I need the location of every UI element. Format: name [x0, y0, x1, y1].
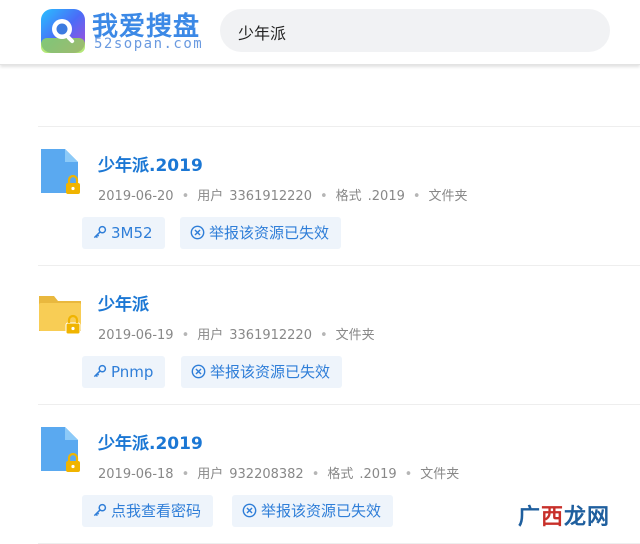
key-icon [93, 225, 107, 239]
close-circle-icon [190, 225, 205, 240]
result-title[interactable]: 少年派.2019 [98, 151, 203, 176]
format-label: 格式 [335, 189, 362, 204]
result-item: 少年派 2019-06-19 • 用户 3361912220 • 文件夹 Pnmp 举报该… [38, 266, 640, 405]
result-item: 少年派.2019 2019-06-20 • 用户 3361912220 • 格式 .2019… [38, 127, 640, 266]
file-locked-icon [41, 427, 80, 472]
watermark: 广西龙网 [518, 499, 610, 531]
result-date: 2019-06-18 [98, 467, 174, 482]
password-text: Pnmp [111, 363, 154, 381]
report-invalid-button[interactable]: 举报该资源已失效 [181, 356, 343, 388]
result-meta: 2019-06-19 • 用户 3361912220 • 文件夹 [98, 328, 375, 343]
brand-domain[interactable]: 52sopan.com [94, 36, 203, 52]
result-type: 文件夹 [335, 328, 375, 343]
format-label: 格式 [327, 467, 354, 482]
report-invalid-button[interactable]: 举报该资源已失效 [180, 217, 342, 249]
password-tag[interactable]: 3M52 [82, 217, 165, 249]
report-text: 举报该资源已失效 [210, 363, 331, 381]
close-circle-icon [242, 503, 257, 518]
password-tag[interactable]: Pnmp [82, 356, 166, 388]
result-title[interactable]: 少年派.2019 [98, 429, 203, 454]
result-date: 2019-06-20 [98, 189, 174, 204]
file-locked-icon [41, 149, 80, 194]
show-password-button[interactable]: 点我查看密码 [82, 495, 214, 527]
result-title[interactable]: 少年派 [98, 290, 149, 315]
user-id[interactable]: 3361912220 [229, 189, 312, 204]
search-query-text[interactable]: 少年派 [238, 20, 286, 44]
watermark-part1: 广 [517, 505, 541, 530]
user-label: 用户 [197, 189, 224, 204]
report-text: 举报该资源已失效 [261, 502, 382, 520]
folder-locked-icon [39, 296, 81, 335]
close-circle-icon [191, 364, 206, 379]
result-meta: 2019-06-18 • 用户 932208382 • 格式 .2019 • 文件夹 [98, 467, 460, 482]
search-input[interactable]: 少年派 [220, 9, 610, 52]
password-text: 3M52 [111, 224, 153, 242]
password-text: 点我查看密码 [111, 502, 202, 520]
result-meta: 2019-06-20 • 用户 3361912220 • 格式 .2019 • 文件夹 [98, 189, 468, 204]
watermark-part3: 龙网 [563, 505, 610, 530]
report-invalid-button[interactable]: 举报该资源已失效 [232, 495, 394, 527]
result-date: 2019-06-19 [98, 328, 174, 343]
top-header: 我爱搜盘 52sopan.com 少年派 [0, 0, 640, 65]
key-icon [93, 503, 107, 517]
format-value: .2019 [367, 189, 405, 204]
watermark-part2: 西 [540, 505, 564, 530]
result-type: 文件夹 [420, 467, 460, 482]
logo-search-icon[interactable] [40, 8, 86, 54]
result-type: 文件夹 [428, 189, 468, 204]
key-icon [93, 364, 107, 378]
user-label: 用户 [197, 328, 224, 343]
user-label: 用户 [197, 467, 224, 482]
user-id[interactable]: 3361912220 [229, 328, 312, 343]
format-value: .2019 [359, 467, 397, 482]
report-text: 举报该资源已失效 [209, 224, 330, 242]
user-id[interactable]: 932208382 [229, 467, 303, 482]
